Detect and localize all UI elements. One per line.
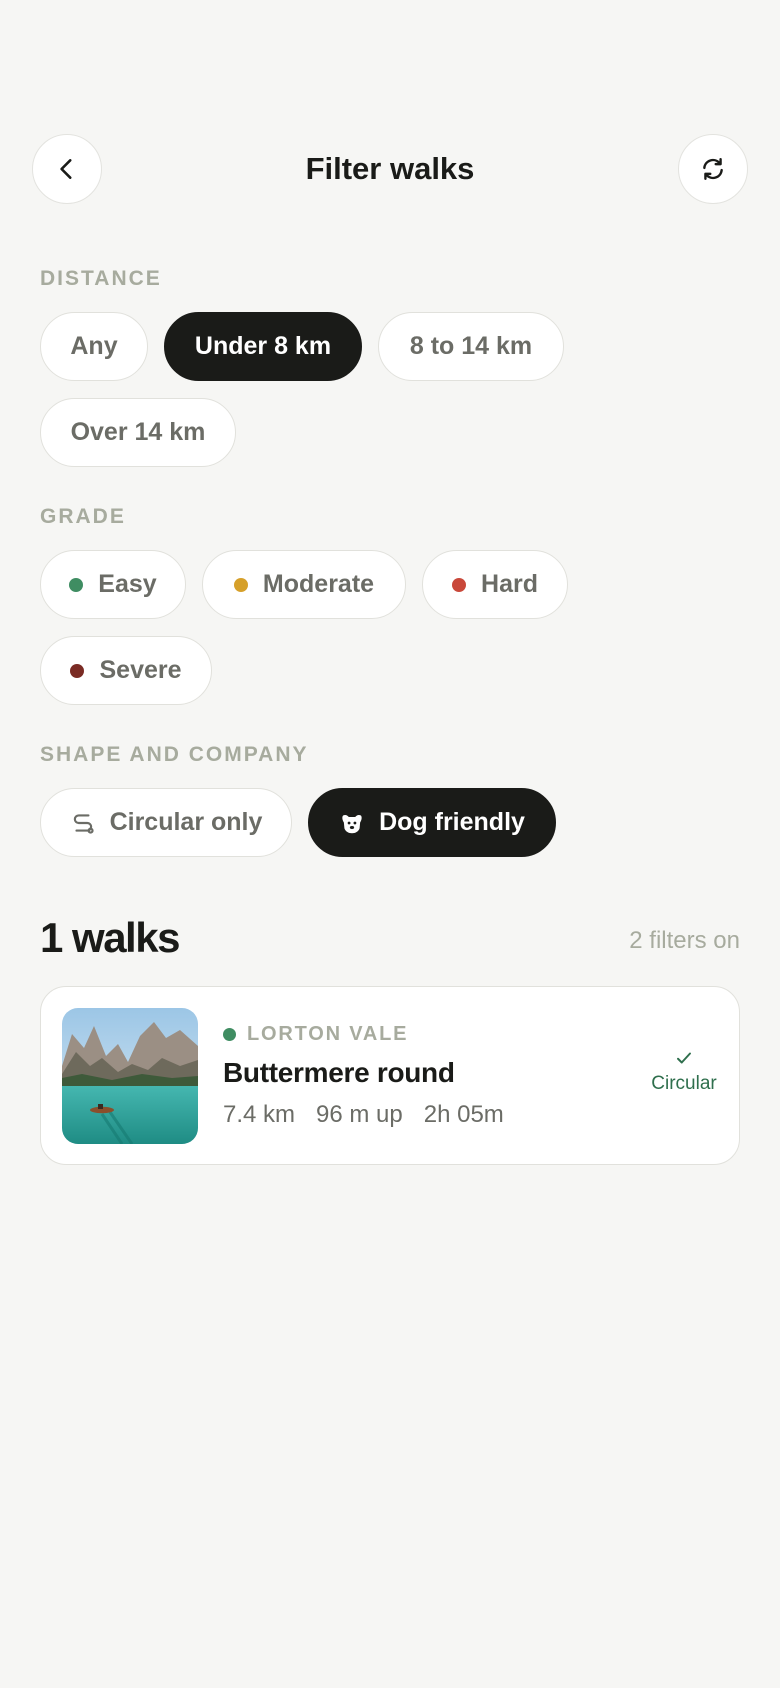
circular-only-chip[interactable]: Circular only	[40, 788, 292, 857]
shape-section-label: SHAPE AND COMPANY	[40, 743, 309, 766]
walk-ascent: 96 m up	[316, 1101, 403, 1128]
location-label: LORTON VALE	[247, 1023, 409, 1045]
circular-badge: Circular	[649, 1049, 719, 1095]
badge-label: Circular	[651, 1073, 717, 1094]
grade-chip-hard[interactable]: Hard	[422, 550, 568, 619]
chip-label: 8 to 14 km	[409, 332, 533, 360]
walk-location: LORTON VALE	[223, 1023, 408, 1046]
grade-dot	[69, 577, 84, 592]
walk-stats: 7.4 km 96 m up 2h 05m	[223, 1101, 525, 1129]
route-icon	[73, 813, 94, 834]
header: Filter walks	[32, 134, 748, 206]
grade-chip-moderate[interactable]: Moderate	[202, 550, 406, 619]
grade-dot	[70, 663, 85, 678]
chip-label: Easy	[98, 570, 157, 598]
chip-label: Under 8 km	[194, 332, 332, 360]
chip-label: Dog friendly	[379, 808, 525, 836]
page-title: Filter walks	[305, 151, 475, 186]
distance-chip-over-14km[interactable]: Over 14 km	[40, 398, 236, 467]
walk-thumbnail	[62, 1008, 198, 1144]
check-icon	[677, 1052, 691, 1064]
chip-label: Severe	[99, 656, 182, 684]
grade-dot	[452, 577, 467, 592]
walk-name: Buttermere round	[223, 1057, 455, 1088]
distance-section-label: DISTANCE	[40, 267, 162, 290]
dog-icon	[342, 814, 362, 833]
chip-label: Circular only	[109, 808, 263, 836]
walk-card[interactable]: LORTON VALE Buttermere round 7.4 km 96 m…	[40, 986, 740, 1165]
grade-chip-severe[interactable]: Severe	[40, 636, 212, 705]
dog-friendly-chip[interactable]: Dog friendly	[308, 788, 556, 857]
results-count: 1 walks	[40, 914, 180, 961]
walk-distance: 7.4 km	[223, 1101, 296, 1128]
refresh-icon	[703, 158, 723, 180]
active-filters-count: 2 filters on	[629, 927, 740, 954]
chip-label: Moderate	[262, 570, 375, 598]
distance-chip-under-8km[interactable]: Under 8 km	[164, 312, 362, 381]
chip-label: Any	[70, 332, 118, 360]
grade-dot	[233, 577, 248, 592]
walk-duration: 2h 05m	[423, 1101, 504, 1128]
chip-label: Hard	[481, 570, 538, 598]
chip-label: Over 14 km	[70, 418, 206, 446]
grade-dot	[223, 1028, 236, 1041]
distance-chip-8-to-14km[interactable]: 8 to 14 km	[378, 312, 564, 381]
distance-chip-any[interactable]: Any	[40, 312, 148, 381]
reset-filters-button[interactable]	[678, 134, 748, 204]
grade-section-label: GRADE	[40, 505, 126, 528]
grade-chip-easy[interactable]: Easy	[40, 550, 186, 619]
